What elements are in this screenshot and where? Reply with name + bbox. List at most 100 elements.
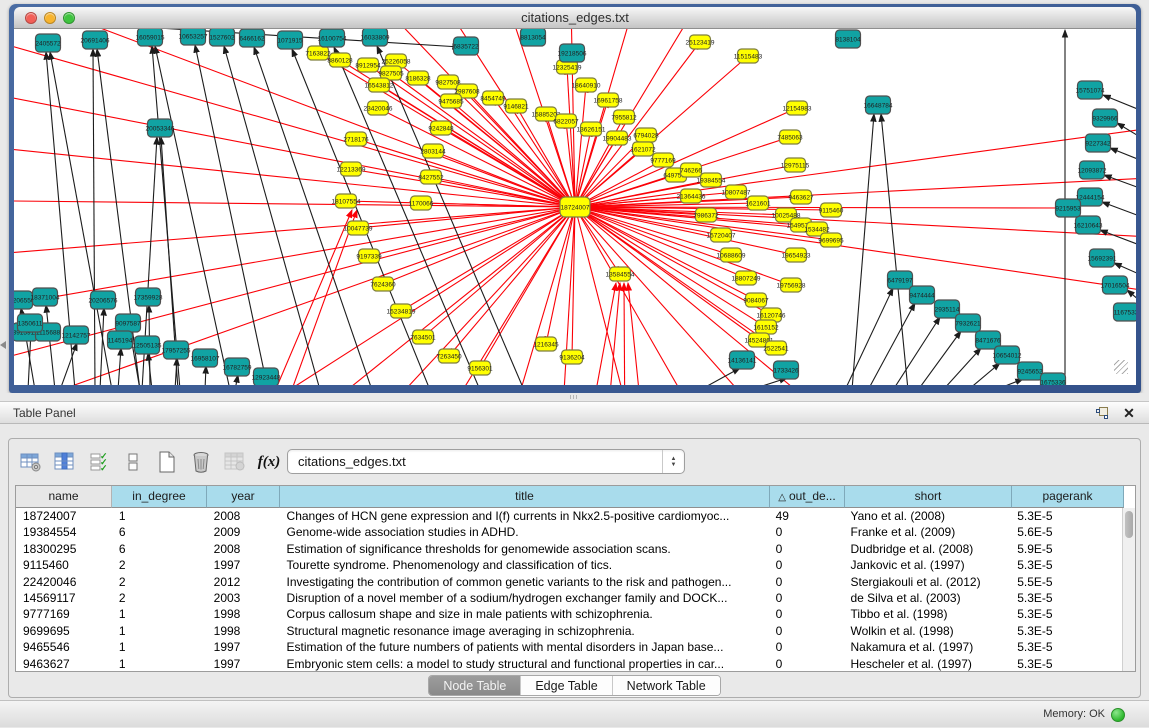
- graph-node[interactable]: 8427552: [418, 170, 444, 184]
- graph-node[interactable]: 6479197: [887, 271, 913, 289]
- graph-node[interactable]: 16100754: [318, 29, 347, 47]
- column-header-year[interactable]: year: [207, 486, 280, 508]
- graph-node[interactable]: 7624360: [370, 277, 396, 291]
- row-selection-icon[interactable]: ✓✓✓: [85, 448, 113, 476]
- graph-node[interactable]: 16961758: [594, 93, 623, 107]
- graph-node[interactable]: 12505135: [133, 336, 162, 354]
- graph-node[interactable]: 19904483: [603, 131, 632, 145]
- graph-node[interactable]: 7263450: [436, 349, 462, 363]
- table-settings-icon[interactable]: [17, 448, 45, 476]
- graph-node[interactable]: 746266: [680, 163, 702, 177]
- graph-node[interactable]: 17359928: [134, 288, 163, 306]
- column-header-out_de[interactable]: △out_de...: [770, 486, 845, 508]
- column-header-in_degree[interactable]: in_degree: [112, 486, 207, 508]
- graph-node[interactable]: 16648784: [864, 96, 893, 114]
- graph-node[interactable]: 1621601: [745, 196, 771, 210]
- graph-node[interactable]: 9245652: [1017, 362, 1043, 380]
- graph-node[interactable]: 12213369: [337, 162, 366, 176]
- graph-node[interactable]: 9115460: [819, 203, 844, 217]
- horizontal-splitter[interactable]: [0, 393, 1149, 401]
- graph-node[interactable]: 10047739: [344, 221, 373, 235]
- graph-node[interactable]: 20206576: [89, 291, 118, 309]
- graph-node[interactable]: 9146821: [503, 99, 529, 113]
- graph-node[interactable]: 8813054: [520, 29, 546, 46]
- splitter-collapse-arrow[interactable]: [0, 341, 6, 349]
- graph-node[interactable]: 8860128: [327, 53, 353, 67]
- table-vertical-scrollbar[interactable]: [1122, 508, 1135, 671]
- graph-node[interactable]: 9474444: [909, 286, 935, 304]
- table-row[interactable]: 946362711997Embryonic stem cells: a mode…: [16, 656, 1122, 671]
- graph-node[interactable]: 9227342: [1085, 134, 1111, 152]
- scrollbar-thumb[interactable]: [1125, 511, 1133, 538]
- column-header-title[interactable]: title: [280, 486, 770, 508]
- graph-node[interactable]: 23420046: [364, 101, 393, 115]
- new-table-icon[interactable]: [153, 448, 181, 476]
- graph-node[interactable]: 1071915: [277, 31, 303, 49]
- graph-node[interactable]: 10654012: [993, 346, 1022, 364]
- graph-node[interactable]: 1170066: [409, 196, 434, 210]
- graph-node[interactable]: 9329966: [1092, 109, 1118, 127]
- close-panel-icon[interactable]: ✕: [1121, 405, 1137, 421]
- graph-node[interactable]: 6822057: [553, 114, 579, 128]
- graph-node[interactable]: 19654923: [782, 248, 811, 262]
- table-selector-combo[interactable]: citations_edges.txt ▲▼: [287, 449, 685, 474]
- graph-node[interactable]: 16059015: [136, 29, 165, 46]
- graph-node[interactable]: 9475685: [438, 94, 464, 108]
- graph-node[interactable]: 18107554: [332, 194, 361, 208]
- graph-node[interactable]: 7932621: [955, 314, 981, 332]
- graph-node[interactable]: 9084067: [743, 293, 769, 307]
- graph-node[interactable]: 1167533: [1114, 303, 1137, 321]
- graph-node[interactable]: 11515483: [734, 49, 763, 63]
- graph-node[interactable]: 9463627: [788, 190, 814, 204]
- table-row[interactable]: 977716911998Corpus callosum shape and si…: [16, 606, 1122, 622]
- graph-node[interactable]: 21364436: [677, 189, 706, 203]
- canvas-resize-grip[interactable]: [1114, 360, 1128, 374]
- graph-node[interactable]: 15720407: [707, 228, 736, 242]
- table-row[interactable]: 1456911722003Disruption of a novel membe…: [16, 590, 1122, 606]
- graph-node[interactable]: 8912954: [355, 58, 381, 72]
- graph-node[interactable]: 10688609: [717, 248, 746, 262]
- graph-node[interactable]: 16543812: [365, 78, 394, 92]
- graph-node[interactable]: 17016504: [1101, 276, 1130, 294]
- graph-node[interactable]: 9197339: [356, 249, 382, 263]
- graph-node[interactable]: 2405572: [35, 34, 61, 52]
- graph-node[interactable]: 10807487: [722, 185, 751, 199]
- graph-node[interactable]: 19756928: [777, 278, 806, 292]
- graph-node[interactable]: 18371004: [31, 288, 60, 306]
- graph-node[interactable]: 9699695: [818, 233, 844, 247]
- graph-node[interactable]: 9136204: [559, 350, 585, 364]
- graph-node[interactable]: 12923448: [252, 368, 281, 385]
- memory-status-indicator[interactable]: [1111, 708, 1125, 722]
- column-header-pagerank[interactable]: pagerank: [1012, 486, 1124, 508]
- graph-node[interactable]: 16033809: [361, 29, 390, 46]
- graph-node[interactable]: 1527602: [209, 29, 235, 46]
- table-row[interactable]: 2242004622012Investigating the contribut…: [16, 574, 1122, 590]
- graph-node[interactable]: 20053346: [146, 119, 175, 137]
- graph-node[interactable]: 6466162: [239, 29, 265, 47]
- table-row[interactable]: 911546021997Tourette syndrome. Phenomeno…: [16, 557, 1122, 573]
- graph-node[interactable]: 2803144: [420, 144, 446, 158]
- rows-icon[interactable]: [119, 448, 147, 476]
- graph-node[interactable]: 7634501: [410, 330, 436, 344]
- graph-node[interactable]: 18807249: [732, 271, 761, 285]
- graph-node[interactable]: 16782759: [223, 358, 252, 376]
- graph-node[interactable]: 9777169: [650, 153, 676, 167]
- graph-node[interactable]: 1145194: [108, 331, 133, 349]
- graph-node[interactable]: 12975115: [781, 158, 810, 172]
- graph-node[interactable]: 15751074: [1076, 81, 1105, 99]
- graph-node[interactable]: 8138104: [835, 30, 861, 48]
- graph-node[interactable]: 20691406: [81, 31, 110, 49]
- column-header-name[interactable]: name: [16, 486, 112, 508]
- graph-node[interactable]: 17957255: [162, 341, 191, 359]
- tab-node-table[interactable]: Node Table: [429, 676, 520, 695]
- graph-node[interactable]: 14136141: [728, 351, 757, 369]
- graph-hub-node[interactable]: 18724007: [560, 197, 590, 217]
- graph-node[interactable]: 9215953: [1055, 199, 1081, 217]
- network-window-titlebar[interactable]: citations_edges.txt: [14, 7, 1136, 29]
- function-builder-icon[interactable]: f(x): [255, 448, 283, 476]
- graph-node[interactable]: 15692391: [1088, 249, 1117, 267]
- graph-node[interactable]: 1621072: [630, 142, 656, 156]
- graph-node[interactable]: 1733426: [773, 361, 799, 379]
- table-row[interactable]: 1938455462009Genome-wide association stu…: [16, 524, 1122, 540]
- column-header-short[interactable]: short: [845, 486, 1012, 508]
